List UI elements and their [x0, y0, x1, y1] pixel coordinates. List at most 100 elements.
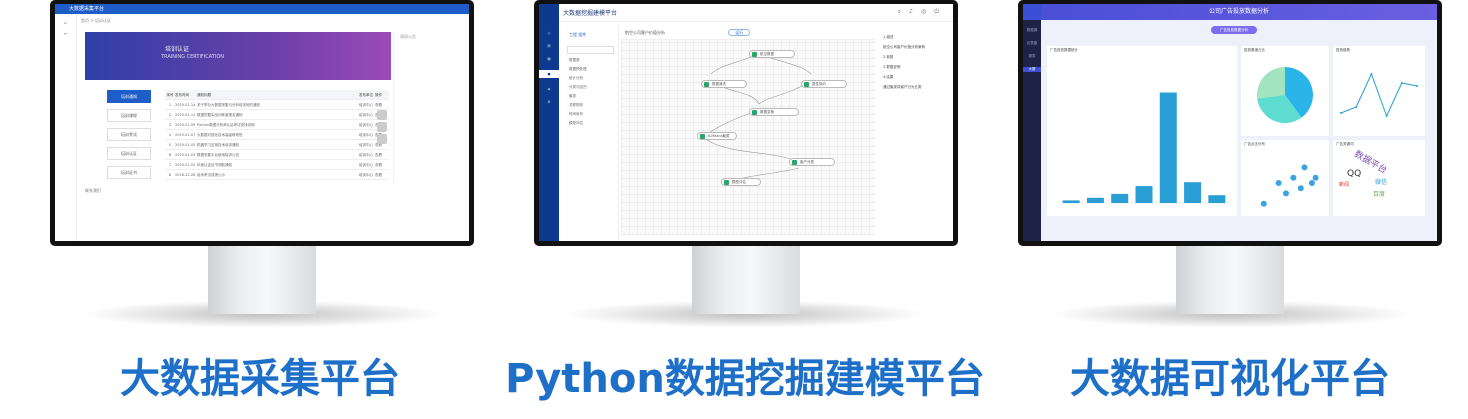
table-cell: 2018-12-28 [175, 173, 196, 177]
data-icon[interactable]: ≡ [55, 31, 76, 36]
home-icon[interactable]: ⌂ [55, 20, 76, 25]
run-button[interactable]: 运行 [728, 29, 751, 36]
tree-item[interactable]: 数据源 [569, 58, 618, 63]
word-cloud-card: 广告关键词 数据平台 QQ 微信 新闻 百度 [1333, 140, 1425, 216]
workflow-node[interactable]: K-Means聚类 [697, 132, 737, 140]
table-cell: 2019-01-05 [175, 143, 196, 147]
bar [1062, 200, 1080, 203]
workflow-node[interactable]: 模型评估 [721, 178, 761, 186]
menu-item[interactable]: 培训通知 [107, 90, 151, 103]
sidebar-item[interactable]: ◈ [539, 87, 559, 91]
table-row[interactable]: 7 2019-01-02 年度认证证书领取通知 培训中心 查看 [165, 160, 389, 170]
app-header: 大数据挖掘建模平台 ⌕♪◎⏻ [539, 4, 953, 22]
phone-icon[interactable] [377, 122, 387, 132]
table-cell: 3 [168, 123, 172, 127]
sidebar: ◇ ▤ ▦ ● ◈ ⚙ [539, 22, 559, 241]
menu-item[interactable]: 培训认证 [107, 147, 151, 160]
tree-item[interactable]: 时间序列 [569, 112, 618, 117]
workflow-node[interactable]: 客户分类 [789, 158, 835, 166]
mining-screen: 大数据挖掘建模平台 ⌕♪◎⏻ ◇ ▤ ▦ ● ◈ ⚙ 工程 组件 数据源数据预处… [539, 4, 953, 241]
scatter-chart [1260, 164, 1319, 207]
menu-item[interactable]: 培训课程 [107, 109, 151, 122]
tree-item[interactable]: 数据预处理 [569, 67, 618, 72]
menu-item[interactable]: 培训证书 [107, 166, 151, 179]
table-cell: 2019-01-03 [175, 153, 196, 157]
column-header: 发布单位 [359, 93, 373, 97]
logout-icon[interactable]: ⏻ [934, 8, 947, 15]
monitor-bezel: 大数据挖掘建模平台 ⌕♪◎⏻ ◇ ▤ ▦ ● ◈ ⚙ 工程 组件 数据源数据预处… [534, 0, 958, 246]
panel-line: 4.结果 [883, 75, 894, 79]
table-row[interactable]: 1 2019-01-14 关于举办大数据采集与分析培训班的通知 培训中心 查看 [165, 100, 389, 110]
canvas-title: 航空公司客户价值分析 [625, 30, 665, 35]
sidebar-item[interactable]: ⚙ [539, 100, 559, 104]
sidebar-item[interactable]: ▦ [539, 57, 559, 61]
table-row[interactable]: 32019-01-09Python数据分析师认证考试安排说明培训中心查看 [165, 120, 389, 130]
table-row[interactable]: 5 2019-01-05 机器学习应用技术培训通知 培训中心 查看 [165, 140, 389, 150]
table-cell: 2019-01-14 [175, 103, 196, 107]
line-point [1340, 112, 1342, 114]
tree-item[interactable]: 分类与回归 [569, 85, 618, 90]
chart-title: 广告投放数据统计 [1050, 48, 1078, 52]
table-row[interactable]: 22019-01-11数据挖掘实战训练营报名通知培训中心查看 [165, 110, 389, 120]
sidebar-item[interactable]: 报表 [1023, 54, 1041, 59]
line-point [1355, 106, 1358, 108]
table-cell[interactable]: 查看 [375, 150, 389, 159]
tree-tabs[interactable]: 工程 组件 [569, 32, 618, 38]
line-chart [1340, 72, 1418, 118]
workflow-node[interactable]: 数据清洗 [701, 80, 747, 88]
user-icon[interactable]: ◎ [921, 8, 934, 15]
scatter-chart-card: 广告点击分布 [1241, 140, 1329, 216]
menu-item[interactable]: 培训考试 [107, 128, 151, 141]
sidebar-item[interactable]: ▤ [539, 44, 559, 48]
table-cell: 培训中心 [359, 103, 373, 107]
table-cell: 8 [168, 173, 172, 177]
sidebar-item[interactable]: 数据源 [1023, 28, 1041, 33]
pie-slice [1257, 67, 1285, 99]
scatter-point [1290, 174, 1297, 181]
bar [1159, 92, 1177, 203]
tree-item[interactable]: 模型评估 [569, 121, 618, 126]
top-icon[interactable] [377, 134, 387, 144]
pie-chart-card: 投放渠道占比 [1241, 46, 1329, 136]
tree-search-input[interactable] [567, 46, 614, 54]
tree-item[interactable]: 关联规则 [569, 103, 618, 108]
table-cell: 培训中心 [359, 173, 373, 177]
bar [1086, 197, 1104, 203]
workflow-node[interactable]: 航空数据 [749, 50, 795, 58]
caption-mining: Python数据挖掘建模平台 [505, 356, 985, 402]
sidebar-item-active[interactable]: 大屏 [1023, 67, 1041, 72]
workflow-node[interactable]: 属性规约 [801, 80, 847, 88]
chat-icon[interactable] [377, 110, 387, 120]
tree-item[interactable]: 统计分析 [569, 76, 618, 81]
table-row[interactable]: 8 2018-12-28 培训考试成绩公示 培训中心 查看 [165, 170, 389, 180]
line-point [1385, 115, 1388, 117]
workflow-node[interactable]: 数据变换 [749, 108, 799, 116]
sidebar: ⌂ ≡ [55, 14, 77, 241]
workflow-links [706, 53, 812, 185]
filter-pill[interactable]: 广告投放数据分析 [1211, 26, 1257, 34]
panel-line: 航空公司客户价值分析案例 [883, 45, 925, 49]
table-cell[interactable]: 查看 [375, 160, 389, 169]
table-row[interactable]: 6 2019-01-03 数据采集平台使用培训公告 培训中心 查看 [165, 150, 389, 160]
breadcrumb: 首页 > 培训认证 [81, 18, 111, 23]
table-cell[interactable]: 查看 [375, 100, 389, 109]
banner-subtitle: TRAINING CERTIFICATION [161, 54, 225, 60]
table-cell: 数据挖掘实战训练营报名通知 [197, 113, 243, 117]
tree-item[interactable]: 聚类 [569, 94, 618, 99]
sidebar-item[interactable]: ◇ [539, 31, 559, 35]
table-cell: 机器学习应用技术培训通知 [197, 143, 239, 147]
header-icons: ⌕♪◎⏻ [898, 8, 947, 16]
visualization-screen: 数据源 仪表盘 报表 大屏 公司广告投放数据分析 广告投放数据分析 广告投放数据… [1023, 4, 1437, 241]
workflow-canvas[interactable]: 航空公司客户价值分析 运行 航空数据 数据清洗 属性规约 数据变换 K-Mean… [621, 26, 875, 235]
search-icon[interactable]: ⌕ [898, 8, 909, 15]
bell-icon[interactable]: ♪ [909, 8, 921, 15]
panel-line: 3.数据说明 [883, 65, 901, 69]
sidebar-item[interactable]: 仪表盘 [1023, 41, 1041, 46]
dashboard-title: 公司广告投放数据分析 [1041, 4, 1437, 20]
word: 微信 [1375, 179, 1388, 186]
table-cell[interactable]: 查看 [375, 170, 389, 179]
table-row[interactable]: 42019-01-07大数据可视化技术高级研修班培训中心查看 [165, 130, 389, 140]
sidebar-item-active[interactable]: ● [539, 70, 559, 78]
notice-panel: 通知公告 [393, 32, 465, 182]
footer: 联系我们 [85, 188, 465, 194]
